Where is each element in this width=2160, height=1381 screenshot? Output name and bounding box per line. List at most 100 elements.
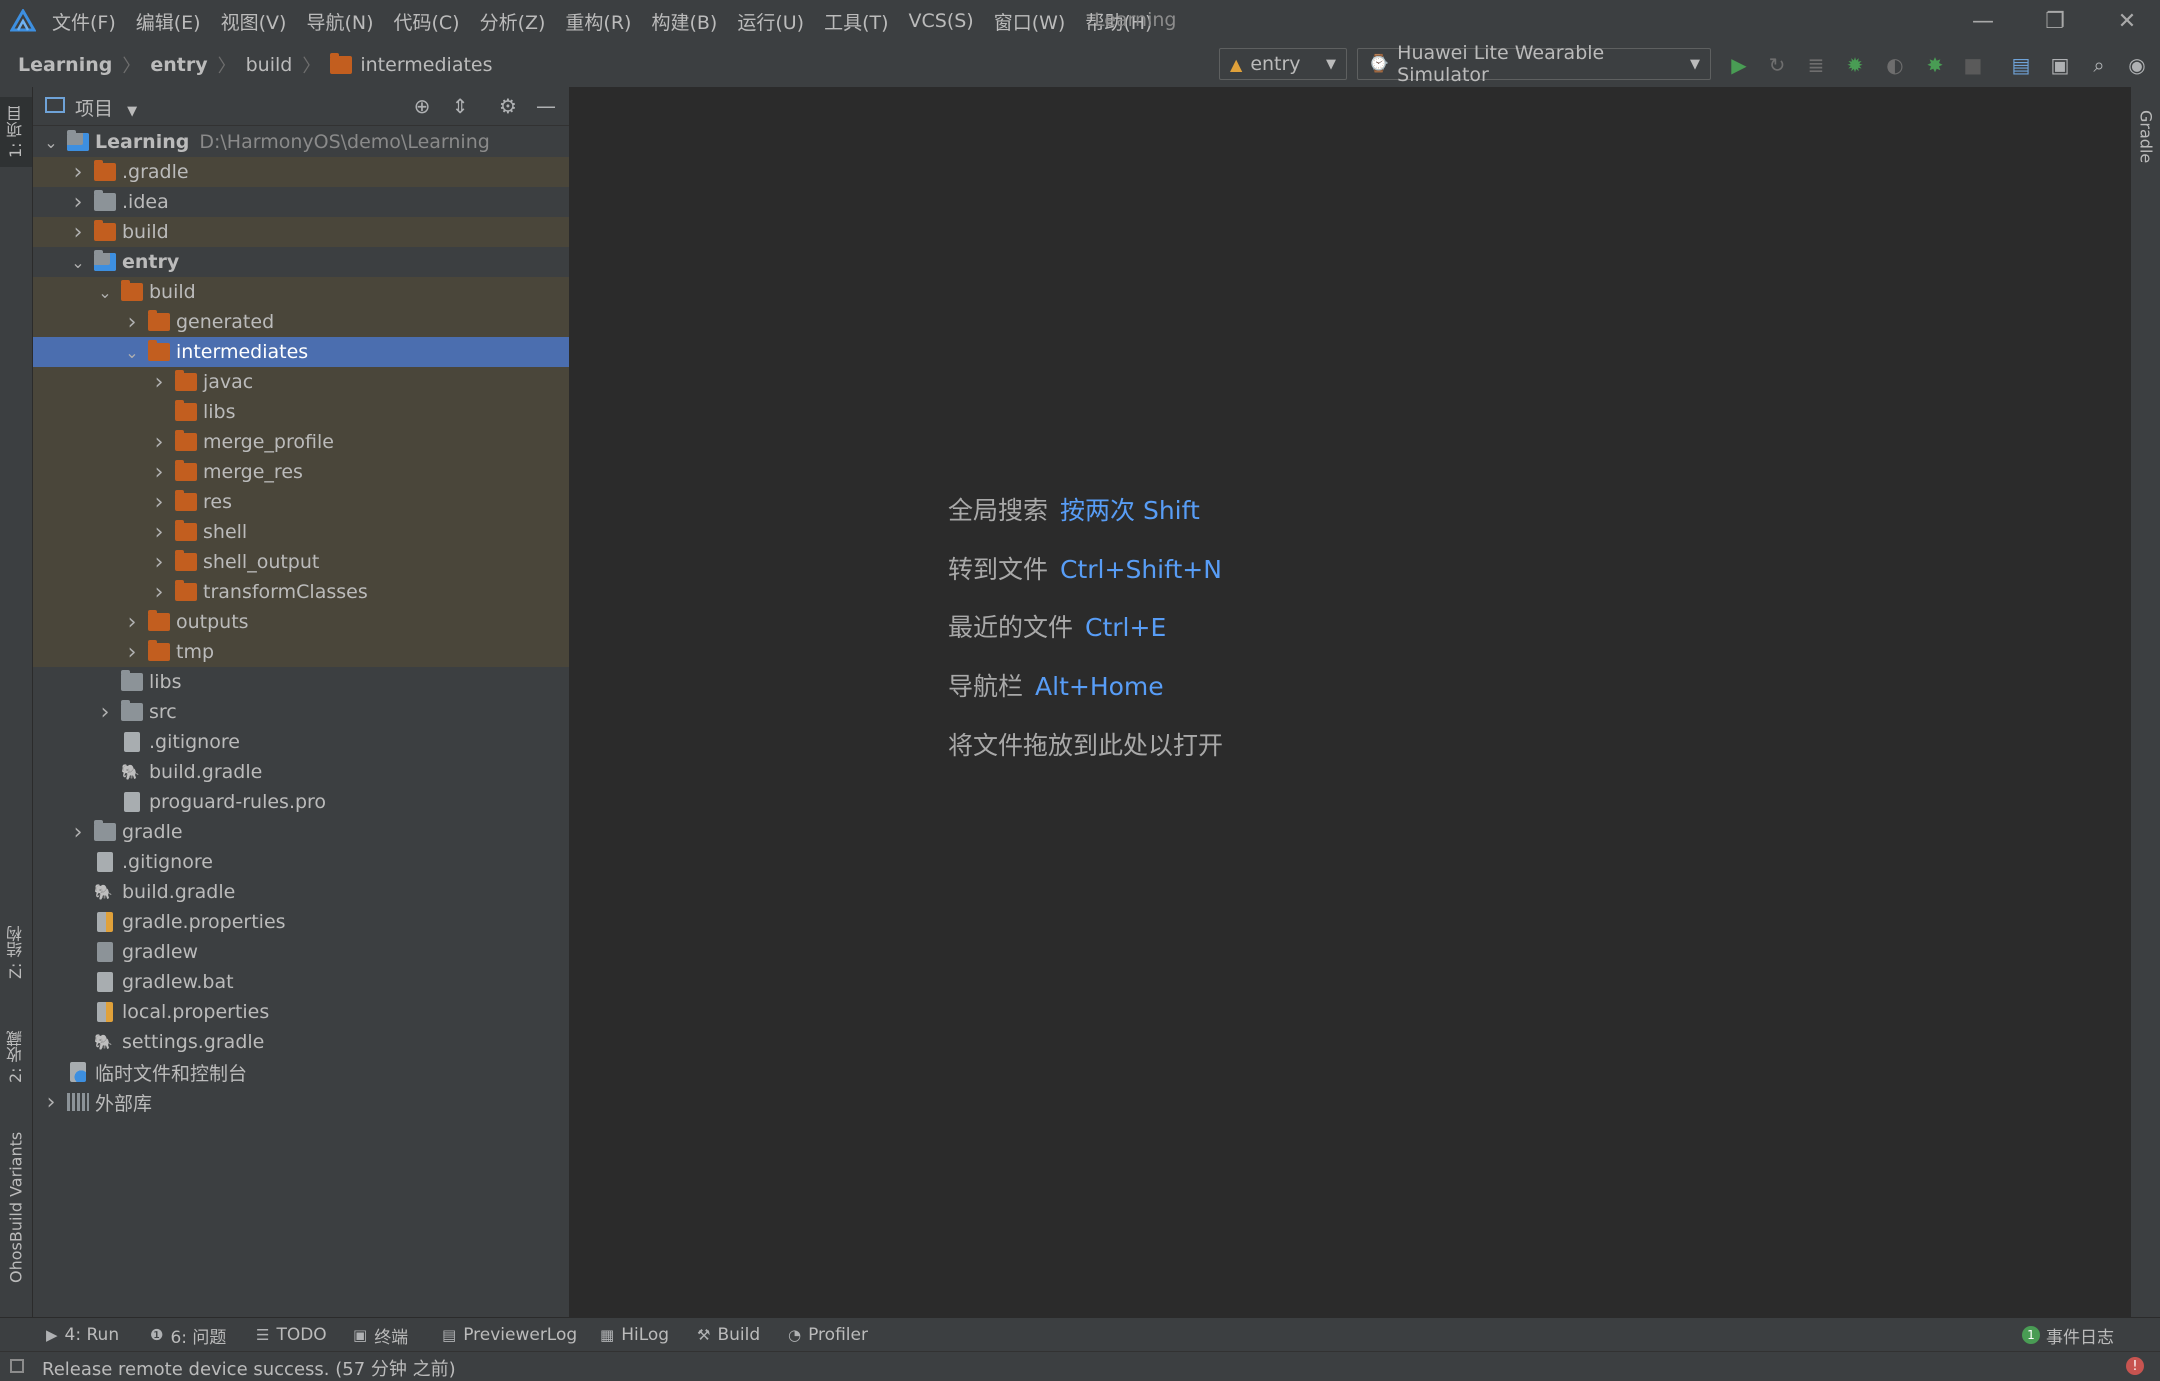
breadcrumb-item-intermediates[interactable]: intermediates	[330, 52, 493, 76]
breadcrumb-item-project[interactable]: Learning	[18, 54, 112, 76]
tool-todo[interactable]: ☰ TODO	[256, 1318, 327, 1352]
tree-item[interactable]: gradlew.bat	[33, 967, 569, 997]
chevron-right-icon[interactable]: ›	[122, 610, 142, 635]
tree-item[interactable]: › transformClasses	[33, 577, 569, 607]
tree-item[interactable]: libs	[33, 667, 569, 697]
breadcrumb-item-entry[interactable]: entry	[150, 54, 207, 76]
tool-run[interactable]: ▶ 4: Run	[46, 1318, 119, 1352]
tree-item[interactable]: › .gradle	[33, 157, 569, 187]
chevron-right-icon[interactable]: ›	[68, 160, 88, 185]
collapse-all-icon[interactable]: ⇕	[447, 93, 473, 119]
tree-item[interactable]: gradle.properties	[33, 907, 569, 937]
tool-terminal[interactable]: ▣ 终端	[353, 1318, 408, 1352]
gear-icon[interactable]: ⚙	[495, 93, 521, 119]
tree-item[interactable]: › merge_res	[33, 457, 569, 487]
chevron-right-icon[interactable]: ›	[122, 640, 142, 665]
device-manager-icon[interactable]: ▣	[2047, 52, 2073, 78]
tree-item[interactable]: › tmp	[33, 637, 569, 667]
menu-item[interactable]: 代码(C)	[393, 8, 459, 35]
tree-item[interactable]: ⌄ entry	[33, 247, 569, 277]
tab-favorites[interactable]: 2: 收藏	[0, 1012, 32, 1102]
tree-item[interactable]: › generated	[33, 307, 569, 337]
toggle-tool-windows-icon[interactable]	[10, 1359, 24, 1373]
menu-item[interactable]: 重构(R)	[565, 8, 631, 35]
tree-item[interactable]: proguard-rules.pro	[33, 787, 569, 817]
search-icon[interactable]: ⌕	[2086, 52, 2112, 78]
apply-changes-icon[interactable]: ≣	[1803, 52, 1829, 78]
menu-item[interactable]: 编辑(E)	[136, 8, 201, 35]
chevron-down-icon[interactable]: ⌄	[122, 343, 142, 362]
stop-icon[interactable]: ■	[1960, 52, 1986, 78]
tab-gradle[interactable]: Gradle	[2131, 97, 2160, 177]
tree-item[interactable]: › gradle	[33, 817, 569, 847]
chevron-down-icon[interactable]: ⌄	[41, 133, 61, 152]
chevron-right-icon[interactable]: ›	[68, 190, 88, 215]
tool-problems[interactable]: ❶ 6: 问题	[150, 1318, 226, 1352]
close-button[interactable]: ✕	[2094, 0, 2160, 42]
chevron-down-icon[interactable]: ⌄	[95, 283, 115, 302]
tree-item[interactable]: 临时文件和控制台	[33, 1057, 569, 1087]
tree-item[interactable]: .gitignore	[33, 727, 569, 757]
tree-item[interactable]: › res	[33, 487, 569, 517]
chevron-right-icon[interactable]: ›	[149, 460, 169, 485]
account-icon[interactable]: ◉	[2124, 52, 2150, 78]
tool-previewer-log[interactable]: ▤ PreviewerLog	[442, 1318, 577, 1352]
tree-item[interactable]: ⌄ Learning D:\HarmonyOS\demo\Learning	[33, 127, 569, 157]
run-config-select[interactable]: ▲ entry ▼	[1219, 48, 1347, 80]
chevron-right-icon[interactable]: ›	[68, 820, 88, 845]
tool-build[interactable]: ⚒ Build	[697, 1318, 760, 1352]
rerun-icon[interactable]: ↻	[1764, 52, 1790, 78]
tab-project[interactable]: 1: 项目	[0, 97, 32, 167]
tree-item[interactable]: ⌄ intermediates	[33, 337, 569, 367]
chevron-right-icon[interactable]: ›	[122, 310, 142, 335]
tab-build-variants[interactable]: OhosBuild Variants	[0, 1127, 32, 1287]
tree-item[interactable]: libs	[33, 397, 569, 427]
menu-item[interactable]: 运行(U)	[737, 8, 804, 35]
debug-icon[interactable]: ✹	[1842, 52, 1868, 78]
menu-item[interactable]: 导航(N)	[306, 8, 373, 35]
chevron-right-icon[interactable]: ›	[149, 580, 169, 605]
tree-item[interactable]: › outputs	[33, 607, 569, 637]
tree-item[interactable]: 🐘 build.gradle	[33, 757, 569, 787]
menu-item[interactable]: VCS(S)	[909, 10, 974, 32]
device-select[interactable]: ⌚ Huawei Lite Wearable Simulator ▼	[1357, 42, 1711, 86]
tab-structure[interactable]: Z: 结构	[0, 907, 32, 997]
tree-item[interactable]: › javac	[33, 367, 569, 397]
tool-profiler[interactable]: ◔ Profiler	[788, 1318, 868, 1352]
tree-item[interactable]: local.properties	[33, 997, 569, 1027]
tree-item[interactable]: › shell_output	[33, 547, 569, 577]
chevron-right-icon[interactable]: ›	[149, 550, 169, 575]
tree-item[interactable]: › merge_profile	[33, 427, 569, 457]
tree-item[interactable]: 🐘 build.gradle	[33, 877, 569, 907]
breadcrumb-item-build[interactable]: build	[246, 54, 293, 76]
tree-item[interactable]: › shell	[33, 517, 569, 547]
run-icon[interactable]: ▶	[1726, 52, 1752, 78]
project-structure-icon[interactable]: ▤	[2008, 52, 2034, 78]
attach-debugger-icon[interactable]: ✸	[1922, 52, 1948, 78]
coverage-icon[interactable]: ◐	[1882, 52, 1908, 78]
locate-icon[interactable]: ⊕	[409, 93, 435, 119]
tree-item[interactable]: gradlew	[33, 937, 569, 967]
tree-item[interactable]: › build	[33, 217, 569, 247]
error-indicator-icon[interactable]: !	[2126, 1357, 2144, 1375]
tree-item[interactable]: ⌄ build	[33, 277, 569, 307]
restore-button[interactable]: ❐	[2022, 0, 2088, 42]
tool-hilog[interactable]: ▦ HiLog	[600, 1318, 669, 1352]
tool-event-log[interactable]: 1 事件日志	[2022, 1318, 2114, 1352]
tree-item[interactable]: › .idea	[33, 187, 569, 217]
menu-item[interactable]: 工具(T)	[824, 8, 888, 35]
tree-item[interactable]: 🐘 settings.gradle	[33, 1027, 569, 1057]
chevron-right-icon[interactable]: ›	[149, 430, 169, 455]
chevron-right-icon[interactable]: ›	[149, 520, 169, 545]
chevron-right-icon[interactable]: ›	[41, 1090, 61, 1115]
chevron-down-icon[interactable]: ⌄	[68, 253, 88, 272]
menu-item[interactable]: 构建(B)	[651, 8, 717, 35]
hide-icon[interactable]: —	[533, 93, 559, 119]
chevron-right-icon[interactable]: ›	[149, 370, 169, 395]
chevron-right-icon[interactable]: ›	[95, 700, 115, 725]
minimize-button[interactable]: —	[1950, 0, 2016, 42]
tree-item[interactable]: .gitignore	[33, 847, 569, 877]
chevron-right-icon[interactable]: ›	[149, 490, 169, 515]
menu-item[interactable]: 文件(F)	[52, 8, 116, 35]
tree-item[interactable]: › 外部库	[33, 1087, 569, 1117]
